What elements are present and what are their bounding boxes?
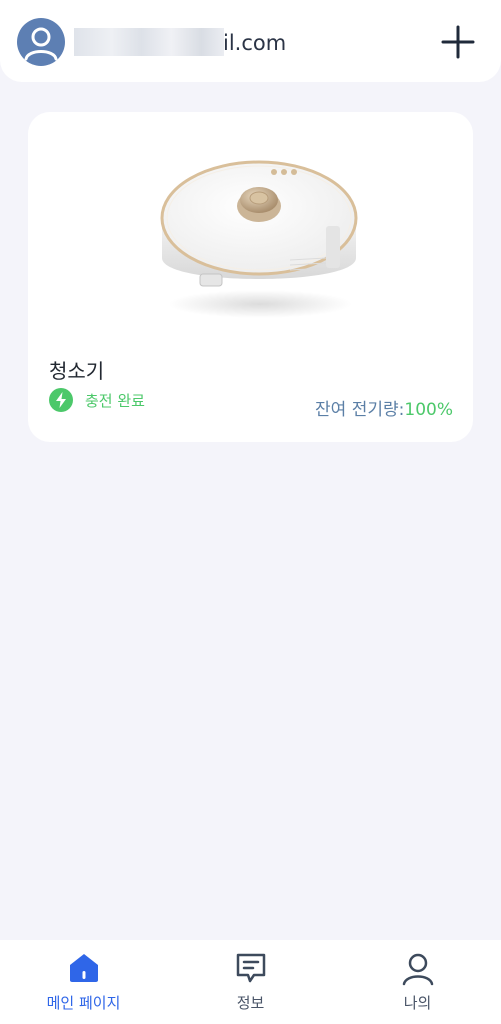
add-device-button[interactable] <box>438 22 478 62</box>
battery-level: 잔여 전기량:100% <box>315 395 453 420</box>
robot-vacuum-image <box>156 134 361 324</box>
tab-label: 나의 <box>403 994 432 1012</box>
battery-label: 잔여 전기량: <box>315 400 405 420</box>
status-text: 충전 완료 <box>85 391 145 410</box>
tab-main-page[interactable]: 메인 페이지 <box>0 940 167 1024</box>
home-icon <box>69 954 98 982</box>
tab-info[interactable]: 정보 <box>167 940 334 1024</box>
tab-label: 정보 <box>236 994 265 1012</box>
email-blurred <box>74 28 224 56</box>
header: il.com <box>0 0 501 82</box>
device-name: 청소기 <box>49 359 105 383</box>
charging-status: 충전 완료 <box>49 388 145 412</box>
plus-icon <box>441 25 475 59</box>
user-avatar-icon[interactable] <box>17 18 65 66</box>
tab-my[interactable]: 나의 <box>334 940 501 1024</box>
device-card[interactable]: 청소기 충전 완료 잔여 전기량:100% <box>28 112 473 442</box>
bottom-tab-bar: 메인 페이지 정보 나의 <box>0 940 501 1024</box>
lightning-bolt-icon <box>49 388 73 412</box>
battery-value: 100% <box>404 400 453 420</box>
tab-label: 메인 페이지 <box>46 994 121 1012</box>
message-icon <box>236 953 265 983</box>
account-email: il.com <box>223 31 287 55</box>
profile-icon <box>402 953 433 986</box>
